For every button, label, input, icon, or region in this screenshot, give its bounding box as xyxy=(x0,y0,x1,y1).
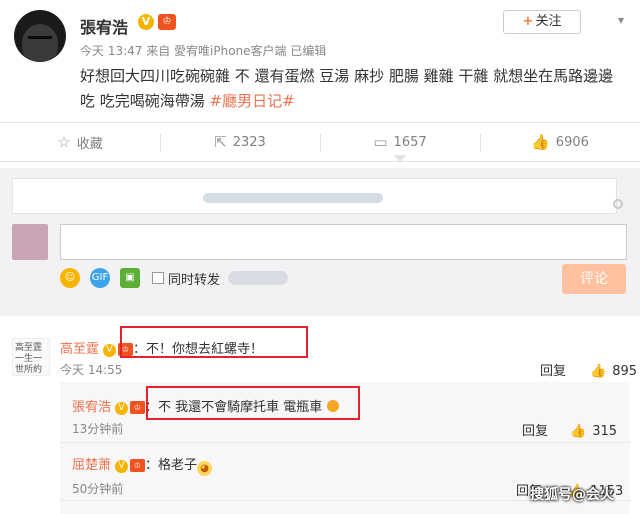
reply-time: 13分钟前 xyxy=(72,422,124,436)
like-button[interactable]: 👍 6906 xyxy=(480,123,640,161)
thumbs-up-icon: 👍 xyxy=(590,364,607,379)
thumbs-up-icon: 👍 xyxy=(570,424,587,439)
author-avatar[interactable] xyxy=(14,10,66,62)
avatar-face xyxy=(22,24,58,62)
verified-icon: V xyxy=(115,460,129,473)
comment-composer: ☺ GIF ▣ 同时转发 评论 xyxy=(0,168,640,316)
circle-icon xyxy=(613,199,623,209)
thumbs-up-icon: 👍 xyxy=(531,133,550,151)
comment-count: 1657 xyxy=(393,134,427,150)
weibo-post: 張宥浩 V ♔ + 关注 ▾ 今天 13:47 来自 愛宥唯iPhone客户端 已… xyxy=(0,0,640,122)
user-avatar xyxy=(12,224,48,260)
post-text: 好想回大四川吃碗碗雜 不 還有蛋燃 豆湯 麻抄 肥腸 雞雜 干雜 就想坐在馬路邊… xyxy=(80,64,628,114)
vip-crown-icon: ♔ xyxy=(158,14,176,30)
reply-text: ：格老子 xyxy=(145,458,198,473)
commenter-name[interactable]: 高至霆 xyxy=(60,342,99,357)
comment-input[interactable] xyxy=(60,224,627,260)
repost-count: 2323 xyxy=(232,134,266,150)
like-count: 6906 xyxy=(555,134,589,150)
star-icon: ☆ xyxy=(57,133,71,151)
image-icon[interactable]: ▣ xyxy=(120,268,140,288)
repost-button[interactable]: ⇱ 2323 xyxy=(160,123,320,161)
comment-item: 高至霆一生一世所約 高至霆 V ♔ ：不！你想去紅螺寺！ 今天 14:55 回复 👍 8… xyxy=(0,326,640,382)
watermark: 搜狐号@会火 xyxy=(530,487,614,503)
vip-crown-icon: ♔ xyxy=(130,459,146,472)
reply-like-button[interactable]: 👍 315 xyxy=(570,420,617,439)
favorite-label: 收藏 xyxy=(76,136,103,152)
comment-button[interactable]: ▭ 1657 xyxy=(320,123,480,162)
blurred-text xyxy=(203,193,383,203)
submit-comment-button[interactable]: 评论 xyxy=(562,264,626,294)
follow-label: 关注 xyxy=(535,14,562,29)
hashtag-link[interactable]: #廳男日记# xyxy=(210,92,295,110)
divider xyxy=(60,442,630,443)
reply-time: 50分钟前 xyxy=(72,482,124,496)
comment-time: 今天 14:55 xyxy=(60,363,123,377)
comment-icon: ▭ xyxy=(373,133,388,151)
comment-like-count: 895 xyxy=(612,364,638,379)
commenter-avatar[interactable]: 高至霆一生一世所約 xyxy=(12,338,50,376)
follow-button[interactable]: + 关注 xyxy=(503,10,581,34)
blurred-banner xyxy=(12,178,623,214)
favorite-button[interactable]: ☆ 收藏 xyxy=(0,123,160,161)
verified-icon: V xyxy=(115,402,129,415)
laughing-emoji-icon: ◕ xyxy=(197,461,213,476)
reply-line: 屈楚萧 V ♔ ：格老子 ◕ xyxy=(72,454,213,476)
verified-icon: V xyxy=(138,14,154,30)
sync-repost-label: 同时转发 xyxy=(168,272,221,288)
post-meta: 今天 13:47 来自 愛宥唯iPhone客户端 已编辑 xyxy=(80,44,327,58)
verified-icon: V xyxy=(103,344,117,357)
avatar-eyes xyxy=(28,36,52,41)
blurred-text xyxy=(228,271,289,285)
post-body: 好想回大四川吃碗碗雜 不 還有蛋燃 豆湯 麻抄 肥腸 雞雜 干雜 就想坐在馬路邊… xyxy=(80,67,614,110)
highlight-box xyxy=(146,386,360,420)
highlight-box xyxy=(120,326,308,358)
repost-icon: ⇱ xyxy=(214,133,227,151)
comment-like-button[interactable]: 👍 895 xyxy=(590,360,637,379)
gif-icon[interactable]: GIF xyxy=(90,268,110,288)
plus-icon: + xyxy=(522,14,534,29)
sync-repost-checkbox[interactable] xyxy=(152,272,164,284)
replier-name[interactable]: 張宥浩 xyxy=(72,400,111,415)
emoji-icon[interactable]: ☺ xyxy=(60,268,80,288)
reply-button[interactable]: 回复 xyxy=(540,360,566,379)
replier-name[interactable]: 屈楚萧 xyxy=(72,458,111,473)
vip-crown-icon: ♔ xyxy=(130,401,146,414)
chevron-down-icon[interactable]: ▾ xyxy=(613,12,629,28)
reply-button[interactable]: 回复 xyxy=(522,420,548,439)
author-name[interactable]: 張宥浩 xyxy=(80,14,128,38)
action-bar: ☆ 收藏 ⇱ 2323 ▭ 1657 👍 6906 xyxy=(0,122,640,162)
reply-like-count: 315 xyxy=(592,424,618,439)
composer-toolbar: ☺ GIF ▣ 同时转发 xyxy=(60,266,289,290)
